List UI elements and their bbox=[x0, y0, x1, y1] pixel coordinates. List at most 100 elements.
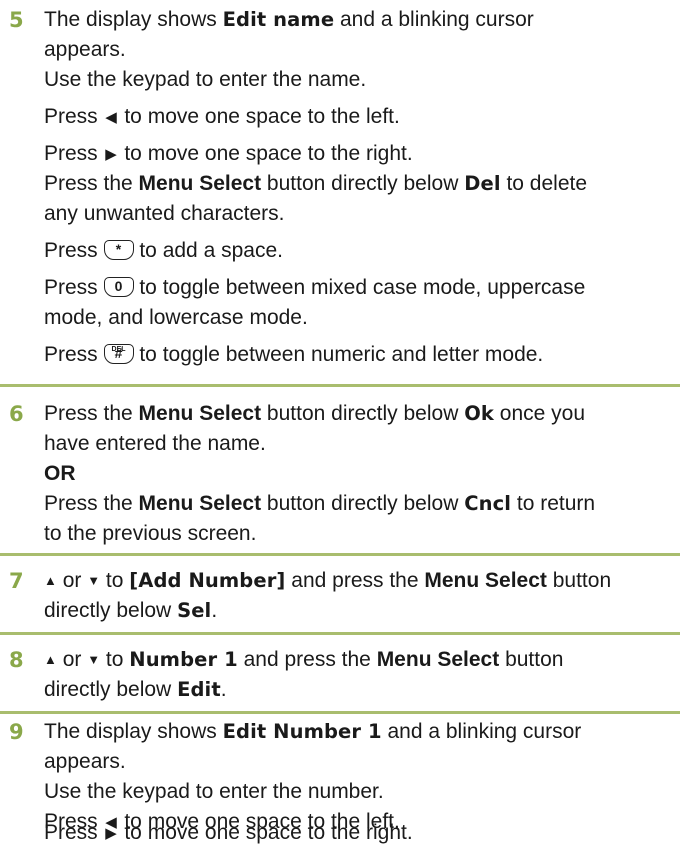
text: directly below bbox=[44, 599, 178, 622]
text: or bbox=[56, 569, 88, 592]
step-line: Press ▶︎ to move one space to the right. bbox=[44, 818, 413, 849]
step-line: appears. bbox=[44, 38, 126, 61]
step-line: Use the keypad to enter the name. bbox=[44, 68, 367, 91]
text: directly below bbox=[44, 678, 178, 701]
step-body: The display shows Edit name and a blinki… bbox=[44, 5, 672, 370]
or-label: OR bbox=[44, 462, 76, 485]
up-arrow-icon: ▲︎ bbox=[44, 573, 57, 588]
step-line: appears. bbox=[44, 750, 126, 773]
step-line: any unwanted characters. bbox=[44, 202, 285, 225]
text: to move one space to the right. bbox=[118, 821, 413, 844]
down-arrow-icon: ▼︎ bbox=[87, 652, 101, 667]
text: button bbox=[499, 648, 564, 671]
step-line: Press the Menu Select button directly be… bbox=[44, 399, 672, 429]
text: Press bbox=[44, 105, 104, 128]
step-body: Press the Menu Select button directly be… bbox=[44, 399, 672, 549]
text: The display shows bbox=[44, 720, 223, 743]
text: to toggle between numeric and letter mod… bbox=[133, 343, 544, 366]
text: to bbox=[100, 569, 130, 592]
left-arrow-icon: ◀︎ bbox=[105, 109, 117, 126]
text: to return bbox=[511, 492, 596, 515]
menu-select-label: Menu Select bbox=[138, 402, 262, 425]
text: to move one space to the left. bbox=[118, 105, 400, 128]
step-number: 7 bbox=[9, 569, 24, 593]
step-line: Press # DEL to toggle between numeric and… bbox=[44, 340, 672, 370]
step-line: to the previous screen. bbox=[44, 522, 257, 545]
text: Press the bbox=[44, 172, 139, 195]
manual-page: 5 The display shows Edit name and a blin… bbox=[0, 0, 680, 849]
text: to move one space to the right. bbox=[118, 142, 413, 165]
divider bbox=[0, 632, 680, 635]
text: Press bbox=[44, 142, 104, 165]
step-line: Use the keypad to enter the number. bbox=[44, 780, 384, 803]
text: Press bbox=[44, 239, 104, 262]
key-glyph: 0 bbox=[114, 278, 123, 294]
divider bbox=[0, 711, 680, 714]
display-text: Ok bbox=[464, 402, 494, 425]
step-line: Press the Menu Select button directly be… bbox=[44, 169, 672, 199]
text: and press the bbox=[285, 569, 425, 592]
display-text: [Add Number] bbox=[129, 569, 286, 592]
display-text: Sel bbox=[177, 599, 212, 622]
divider bbox=[0, 553, 680, 556]
text: once you bbox=[493, 402, 586, 425]
display-text: Number 1 bbox=[129, 648, 238, 671]
step-line: Press the Menu Select button directly be… bbox=[44, 489, 672, 519]
text: button directly below bbox=[261, 402, 465, 425]
step-line: The display shows Edit Number 1 and a bl… bbox=[44, 717, 672, 747]
step-number: 5 bbox=[9, 8, 24, 32]
star-key-icon: * bbox=[103, 240, 134, 260]
step-line: The display shows Edit name and a blinki… bbox=[44, 5, 672, 35]
text: to toggle between mixed case mode, upper… bbox=[133, 276, 586, 299]
key-glyph: * bbox=[115, 241, 122, 257]
text: to add a space. bbox=[133, 239, 283, 262]
text: button directly below bbox=[261, 492, 465, 515]
menu-select-label: Menu Select bbox=[138, 492, 262, 515]
text: and a blinking cursor bbox=[334, 8, 534, 31]
display-text: Edit Number 1 bbox=[222, 720, 382, 743]
right-arrow-icon: ▶︎ bbox=[105, 146, 117, 163]
text: and press the bbox=[237, 648, 377, 671]
text: The display shows bbox=[44, 8, 223, 31]
text: . bbox=[220, 678, 227, 701]
text: or bbox=[56, 648, 88, 671]
text: Press the bbox=[44, 402, 139, 425]
step-line: directly below Sel. bbox=[44, 596, 672, 626]
step-line: mode, and lowercase mode. bbox=[44, 306, 308, 329]
menu-select-label: Menu Select bbox=[424, 569, 547, 592]
text: Press bbox=[44, 343, 104, 366]
text: Press the bbox=[44, 492, 139, 515]
display-text: Del bbox=[464, 172, 501, 195]
step-number: 9 bbox=[9, 720, 24, 744]
step-line: Press * to add a space. bbox=[44, 236, 672, 266]
display-text: Cncl bbox=[464, 492, 512, 515]
step-line: directly below Edit. bbox=[44, 675, 672, 705]
divider bbox=[0, 384, 680, 387]
zero-key-icon: 0 bbox=[103, 277, 134, 297]
step-body: ▲︎ or ▼︎ to Number 1 and press the Menu … bbox=[44, 645, 672, 705]
text: button bbox=[546, 569, 612, 592]
text: . bbox=[211, 599, 218, 622]
hash-del-key-icon: # DEL bbox=[103, 344, 134, 364]
menu-select-label: Menu Select bbox=[138, 172, 262, 195]
menu-select-label: Menu Select bbox=[376, 648, 500, 671]
step-line: Press 0 to toggle between mixed case mod… bbox=[44, 273, 672, 303]
step-body: ▲︎ or ▼︎ to [Add Number] and press the M… bbox=[44, 566, 672, 626]
display-text: Edit name bbox=[222, 8, 335, 31]
text: and a blinking cursor bbox=[381, 720, 582, 743]
down-arrow-icon: ▼︎ bbox=[87, 573, 101, 588]
text: Press bbox=[44, 276, 104, 299]
text: button directly below bbox=[261, 172, 465, 195]
step-number: 8 bbox=[9, 648, 24, 672]
text: to delete bbox=[500, 172, 588, 195]
right-arrow-icon: ▶︎ bbox=[105, 825, 117, 842]
text: Press bbox=[44, 821, 104, 844]
step-line: ▲︎ or ▼︎ to [Add Number] and press the M… bbox=[44, 566, 672, 596]
key-sub-glyph: DEL bbox=[111, 346, 126, 353]
step-line: have entered the name. bbox=[44, 432, 266, 455]
display-text: Edit bbox=[177, 678, 221, 701]
text: to bbox=[100, 648, 130, 671]
step-line: ▲︎ or ▼︎ to Number 1 and press the Menu … bbox=[44, 645, 672, 675]
up-arrow-icon: ▲︎ bbox=[44, 652, 57, 667]
step-line: Press ▶︎ to move one space to the right. bbox=[44, 139, 672, 169]
